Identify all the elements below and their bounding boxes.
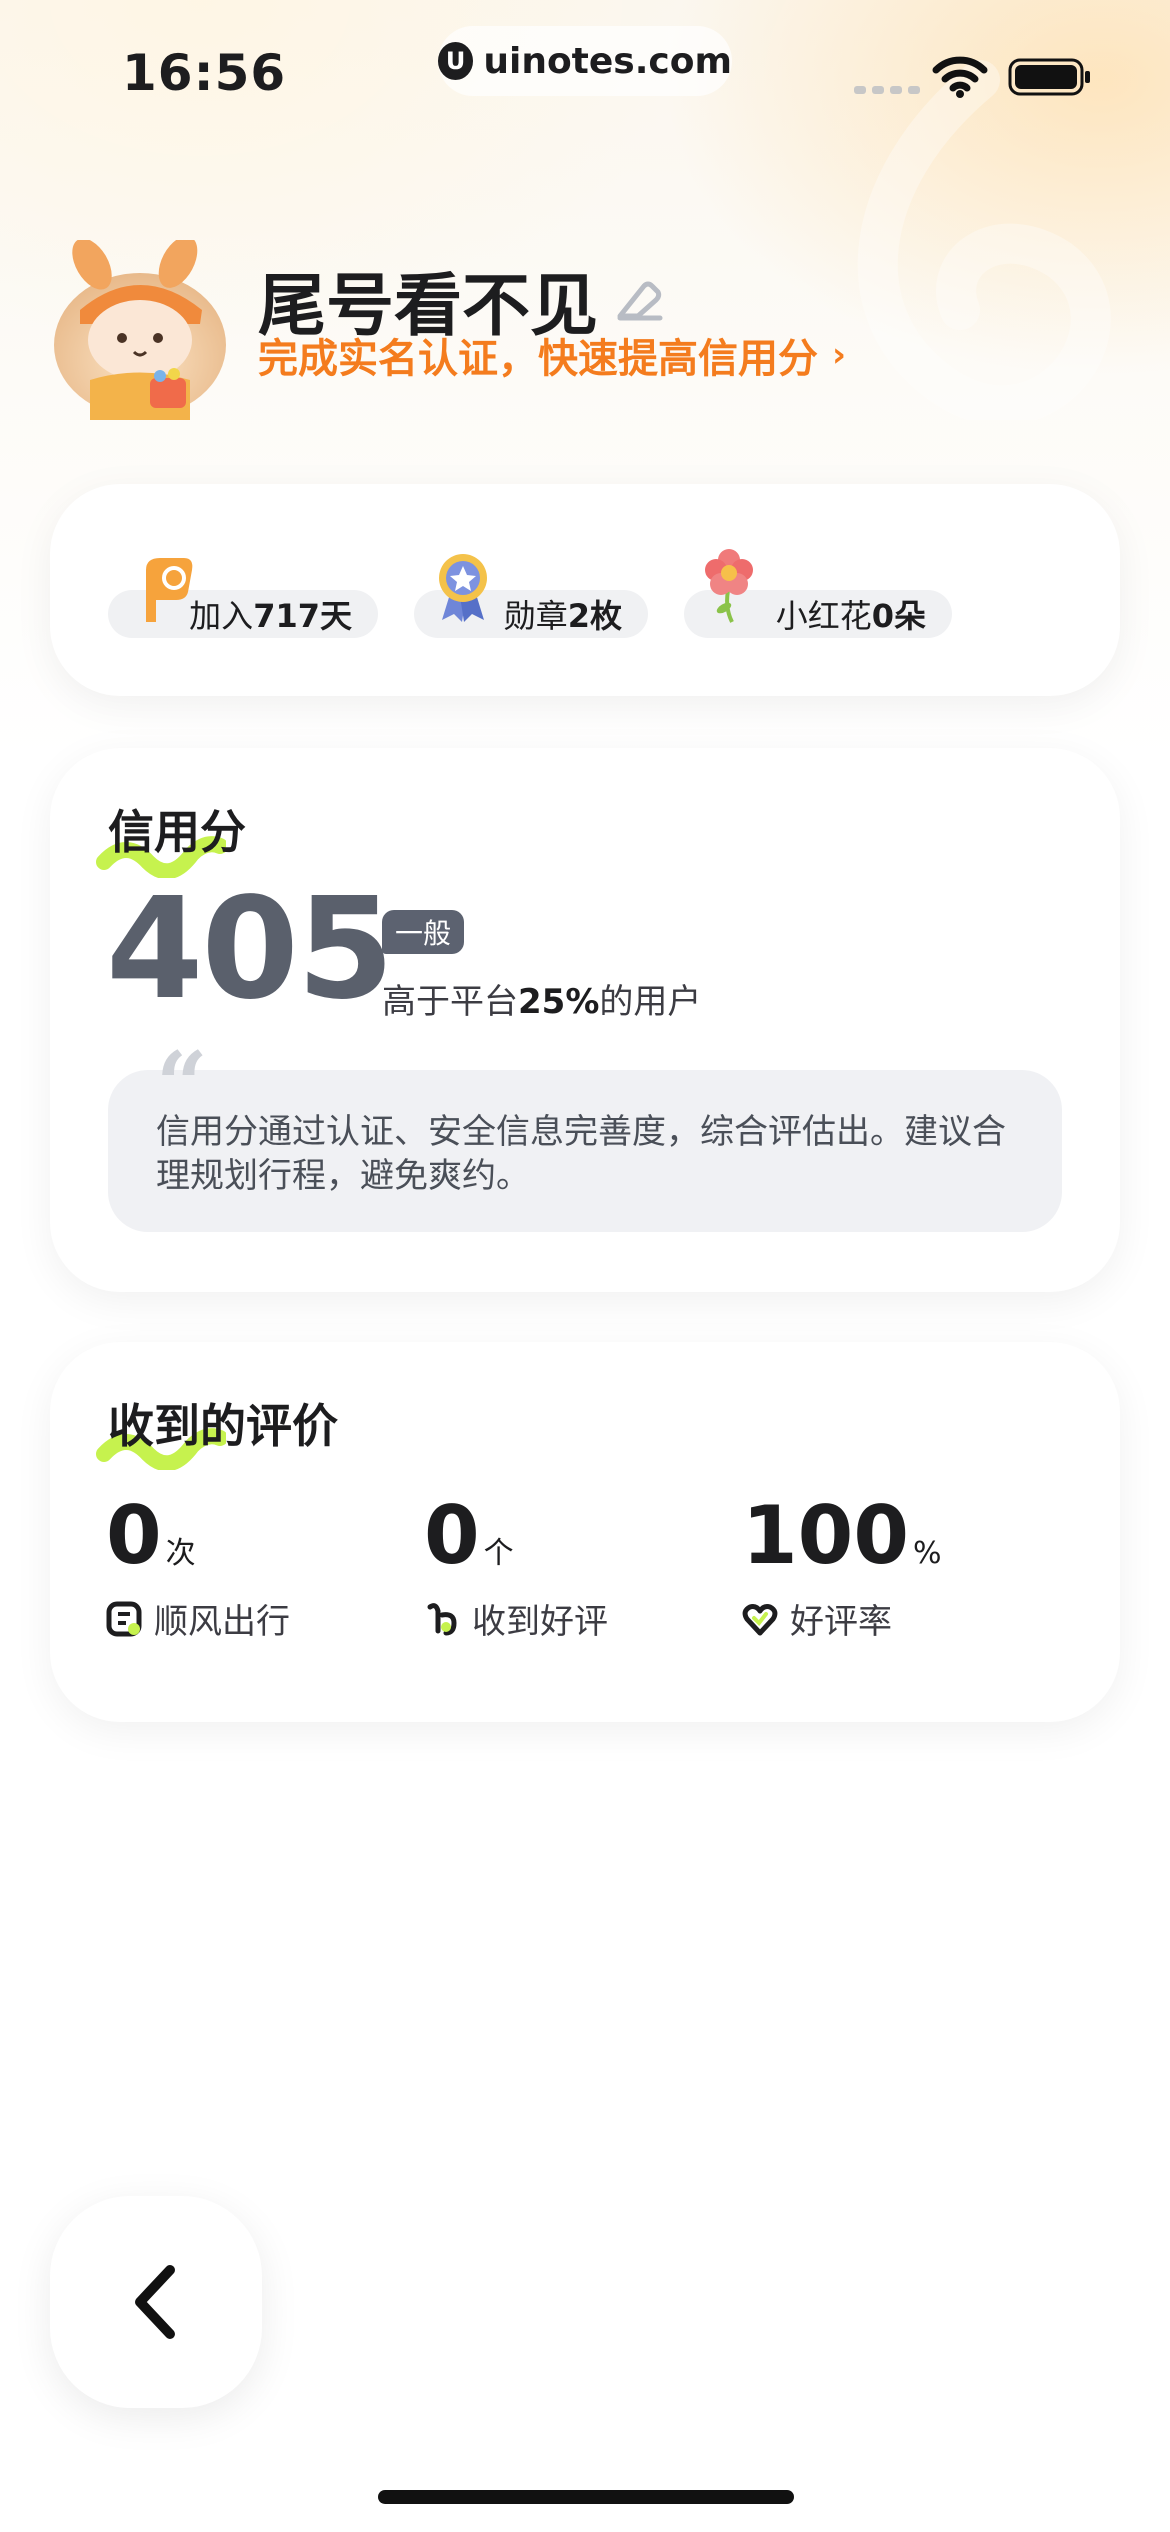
metric-label-good-reviews: 收到好评: [424, 1594, 608, 1643]
metric-value: 100: [742, 1489, 909, 1582]
credit-description: 信用分通过认证、安全信息完善度，综合评估出。建议合理规划行程，避免爽约。: [108, 1070, 1062, 1232]
avatar[interactable]: [50, 240, 230, 420]
metric-value: 0: [106, 1489, 162, 1582]
verify-prompt-text: 完成实名认证，快速提高信用分: [258, 336, 818, 382]
percentile-suffix: 的用户: [599, 982, 702, 1022]
metric-unit: %: [913, 1536, 942, 1571]
stat-label: 勋章: [503, 597, 568, 635]
stat-value: 717天: [253, 597, 352, 635]
credit-score-value: 405: [106, 868, 394, 1031]
metric-good-reviews: 0 个: [424, 1496, 514, 1576]
metric-positive-rate: 100 %: [742, 1496, 942, 1576]
metric-unit: 次: [165, 1536, 196, 1571]
verify-identity-link[interactable]: 完成实名认证，快速提高信用分 ›: [258, 326, 846, 384]
percentile-value: 25%: [518, 982, 600, 1022]
url-bar[interactable]: U uinotes.com: [438, 26, 732, 96]
metric-unit: 个: [483, 1536, 514, 1571]
chevron-right-icon: ›: [832, 335, 847, 375]
flower-icon: [705, 549, 753, 623]
metric-value: 0: [424, 1489, 480, 1582]
metric-label-text: 收到好评: [472, 1602, 608, 1642]
metric-label-positive-rate: 好评率: [742, 1594, 892, 1643]
credit-description-text: 信用分通过认证、安全信息完善度，综合评估出。建议合理规划行程，避免爽约。: [156, 1112, 1006, 1196]
credit-title: 信用分: [108, 805, 246, 859]
back-button[interactable]: [50, 2196, 262, 2408]
status-time: 16:56: [122, 44, 287, 102]
thumbs-up-icon: [427, 1602, 457, 1635]
stat-value: 0朵: [871, 597, 926, 635]
stat-label: 小红花: [775, 597, 872, 635]
metric-label-trips: 顺风出行: [106, 1594, 290, 1643]
home-indicator[interactable]: [378, 2490, 794, 2504]
reviews-title: 收到的评价: [108, 1399, 338, 1453]
edit-icon[interactable]: [614, 278, 664, 322]
heart-icon: [742, 1603, 778, 1635]
url-text: uinotes.com: [483, 40, 732, 82]
credit-percentile: 高于平台25%的用户: [382, 974, 701, 1023]
medal-icon: [439, 554, 487, 622]
metric-label-text: 好评率: [790, 1602, 892, 1642]
chevron-left-icon: [135, 2265, 175, 2339]
percentile-prefix: 高于平台: [382, 982, 518, 1022]
trip-icon: [106, 1601, 142, 1636]
metric-trips: 0 次: [106, 1496, 196, 1576]
stat-value: 2枚: [567, 597, 622, 635]
cellular-signal-icon: [854, 86, 920, 94]
quote-icon: “: [156, 1032, 208, 1138]
flag-icon: [146, 558, 193, 622]
site-logo-icon: U: [438, 42, 474, 80]
battery-icon: [1008, 58, 1090, 96]
wifi-icon: [932, 56, 988, 98]
credit-level-badge: 一般: [382, 910, 464, 954]
metric-label-text: 顺风出行: [154, 1602, 290, 1642]
